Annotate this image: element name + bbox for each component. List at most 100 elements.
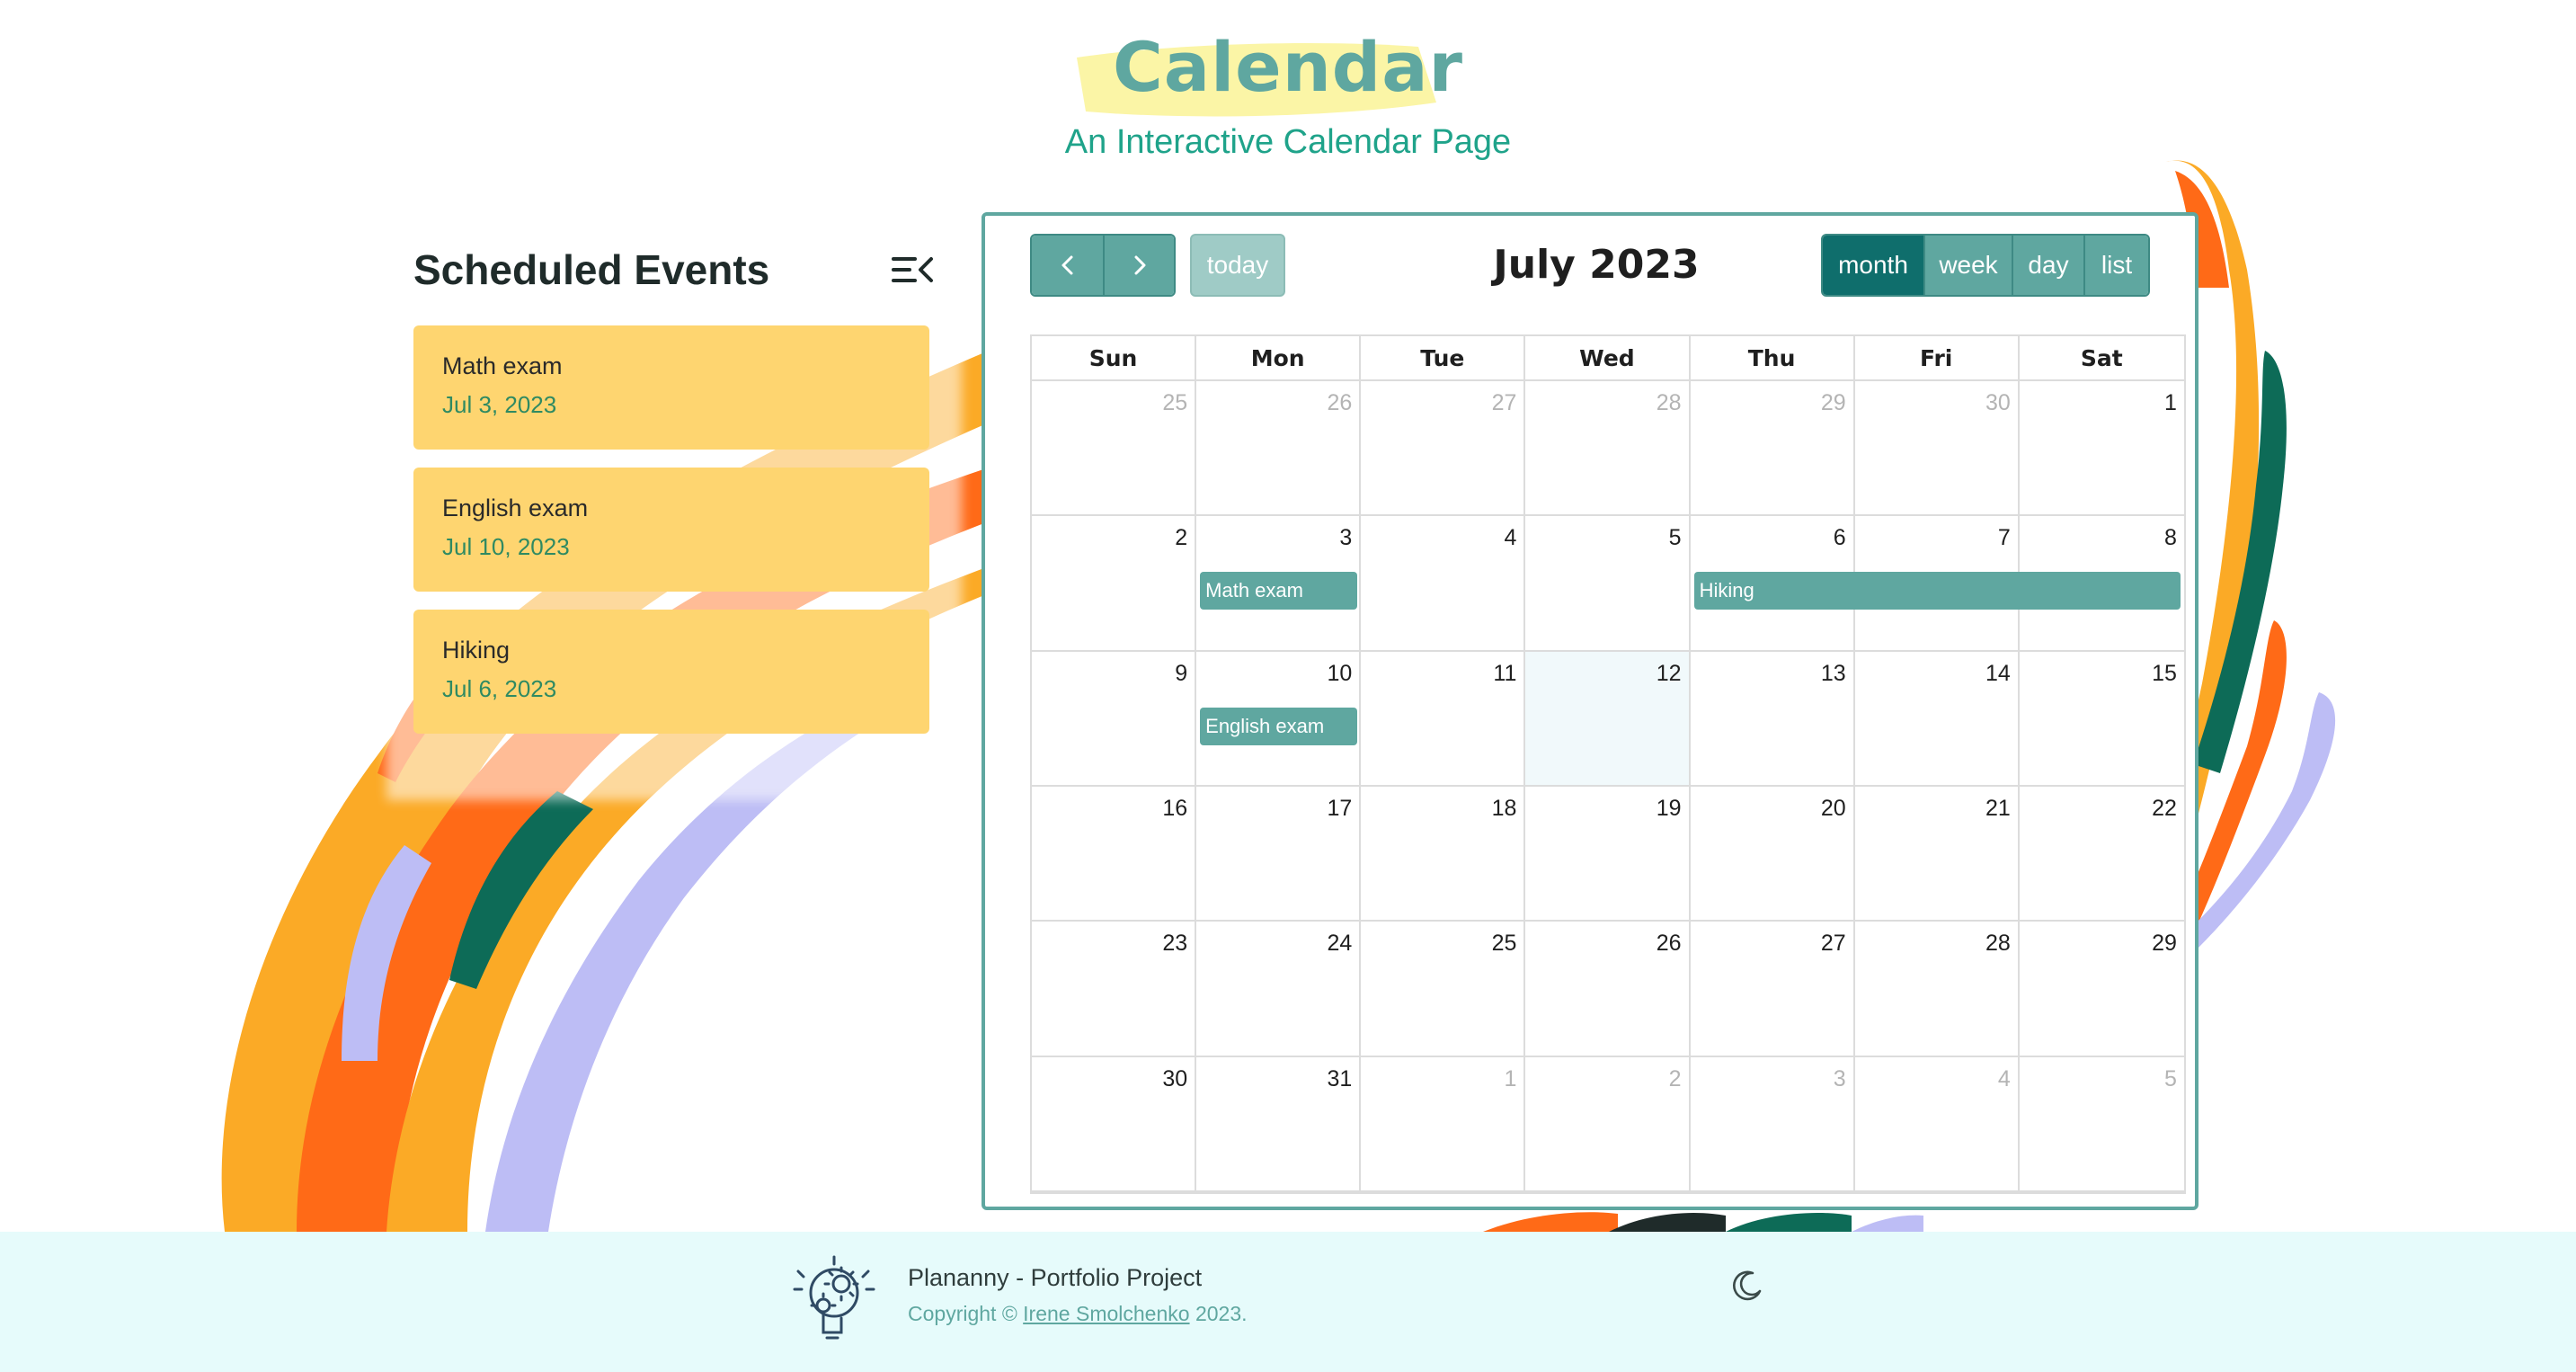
day-cell[interactable]: 5 <box>2020 1057 2184 1190</box>
day-number[interactable]: 28 <box>1657 390 1682 416</box>
day-cell[interactable]: 30 <box>1032 1056 1197 1190</box>
day-cell[interactable]: 14 <box>1855 651 2020 785</box>
day-cell[interactable]: 19 <box>1525 787 1691 921</box>
author-link[interactable]: Irene Smolchenko <box>1023 1302 1189 1325</box>
day-number[interactable]: 2 <box>1669 1066 1682 1092</box>
day-cell[interactable]: 29 <box>2020 922 2184 1055</box>
day-number[interactable]: 6 <box>1834 525 1846 551</box>
day-number[interactable]: 29 <box>2152 931 2177 957</box>
day-number[interactable]: 13 <box>1821 661 1846 687</box>
day-cell[interactable]: 11 <box>1361 651 1526 785</box>
prev-month-button[interactable] <box>1032 236 1103 295</box>
day-number[interactable]: 15 <box>2152 661 2177 687</box>
day-number[interactable]: 5 <box>2164 1066 2177 1092</box>
day-number[interactable]: 21 <box>1985 796 2011 822</box>
day-number[interactable]: 26 <box>1657 931 1682 957</box>
day-cell[interactable]: 26 <box>1196 381 1362 515</box>
day-cell[interactable]: 16 <box>1032 787 1197 921</box>
day-cell[interactable]: 21 <box>1855 787 2020 921</box>
day-number[interactable]: 22 <box>2152 796 2177 822</box>
day-number[interactable]: 5 <box>1669 525 1682 551</box>
day-number[interactable]: 31 <box>1327 1066 1352 1092</box>
day-cell[interactable]: 9 <box>1032 651 1197 785</box>
page-header: Calendar An Interactive Calendar Page <box>0 27 2576 162</box>
day-number[interactable]: 1 <box>2164 390 2177 416</box>
day-cell[interactable]: 1 <box>2020 381 2184 514</box>
calendar-event-bar[interactable]: English exam <box>1200 707 1358 745</box>
next-month-button[interactable] <box>1103 236 1174 295</box>
day-number[interactable]: 23 <box>1162 931 1187 957</box>
day-number[interactable]: 18 <box>1492 796 1517 822</box>
day-number[interactable]: 17 <box>1327 796 1352 822</box>
day-number[interactable]: 19 <box>1657 796 1682 822</box>
day-cell[interactable]: 15 <box>2020 652 2184 785</box>
day-number[interactable]: 14 <box>1985 661 2011 687</box>
day-cell[interactable]: 28 <box>1855 922 2020 1056</box>
view-month-button[interactable]: month <box>1823 236 1923 295</box>
calendar-event-bar[interactable]: Math exam <box>1200 572 1358 610</box>
day-cell[interactable]: 27 <box>1691 922 1855 1056</box>
day-number[interactable]: 4 <box>1504 525 1516 551</box>
day-number[interactable]: 3 <box>1834 1066 1846 1092</box>
day-cell[interactable]: 20 <box>1691 787 1855 921</box>
day-number[interactable]: 12 <box>1657 661 1682 687</box>
day-number[interactable]: 27 <box>1821 931 1846 957</box>
day-cell[interactable]: 28 <box>1525 381 1691 515</box>
day-cell[interactable]: 31 <box>1196 1056 1362 1190</box>
day-number[interactable]: 10 <box>1327 661 1352 687</box>
day-number[interactable]: 9 <box>1175 661 1187 687</box>
day-number[interactable]: 28 <box>1985 931 2011 957</box>
day-cell[interactable]: 2 <box>1525 1056 1691 1190</box>
day-number[interactable]: 8 <box>2164 525 2177 551</box>
event-card[interactable]: Math exam Jul 3, 2023 <box>413 325 929 450</box>
event-card[interactable]: English exam Jul 10, 2023 <box>413 468 929 592</box>
day-number[interactable]: 26 <box>1327 390 1352 416</box>
today-button[interactable]: today <box>1190 234 1285 297</box>
day-number[interactable]: 4 <box>1998 1066 2011 1092</box>
day-cell[interactable]: 30 <box>1855 381 2020 515</box>
day-cell[interactable]: 1 <box>1361 1056 1526 1190</box>
day-number[interactable]: 20 <box>1821 796 1846 822</box>
day-number[interactable]: 16 <box>1162 796 1187 822</box>
view-week-button[interactable]: week <box>1923 236 2012 295</box>
day-number[interactable]: 25 <box>1162 390 1187 416</box>
collapse-menu-icon[interactable] <box>890 252 935 288</box>
day-cell[interactable]: 23 <box>1032 922 1197 1056</box>
day-number[interactable]: 3 <box>1339 525 1352 551</box>
weekday-header: Sat <box>2080 345 2123 371</box>
day-number[interactable]: 2 <box>1175 525 1187 551</box>
day-cell[interactable]: 3 <box>1691 1056 1855 1190</box>
day-cell[interactable]: 18 <box>1361 787 1526 921</box>
moon-icon[interactable] <box>1729 1268 1765 1304</box>
calendar-widget: today July 2023 month week day list Sun … <box>982 212 2198 1210</box>
day-cell[interactable]: 24 <box>1196 922 1362 1056</box>
day-cell[interactable]: 5 <box>1525 516 1691 650</box>
day-number[interactable]: 1 <box>1504 1066 1516 1092</box>
day-cell[interactable]: 22 <box>2020 787 2184 920</box>
event-card[interactable]: Hiking Jul 6, 2023 <box>413 610 929 734</box>
day-cell[interactable]: 17 <box>1196 787 1362 921</box>
view-list-button[interactable]: list <box>2083 236 2148 295</box>
calendar-event-bar[interactable]: Hiking <box>1693 572 2181 610</box>
day-number[interactable]: 30 <box>1162 1066 1187 1092</box>
day-number[interactable]: 30 <box>1985 390 2011 416</box>
day-number[interactable]: 25 <box>1492 931 1517 957</box>
day-cell-today[interactable]: 12 <box>1525 651 1691 785</box>
view-button-group: month week day list <box>1821 234 2150 297</box>
day-cell[interactable]: 29 <box>1691 381 1855 515</box>
day-cell[interactable]: 25 <box>1361 922 1526 1056</box>
day-cell[interactable]: 4 <box>1361 516 1526 650</box>
footer-copyright: Copyright © Irene Smolchenko 2023. <box>908 1302 1248 1326</box>
day-number[interactable]: 27 <box>1492 390 1517 416</box>
day-cell[interactable]: 25 <box>1032 381 1197 515</box>
view-day-button[interactable]: day <box>2012 236 2083 295</box>
day-cell[interactable]: 13 <box>1691 651 1855 785</box>
day-number[interactable]: 11 <box>1493 661 1516 687</box>
day-cell[interactable]: 26 <box>1525 922 1691 1056</box>
day-cell[interactable]: 4 <box>1855 1056 2020 1190</box>
day-cell[interactable]: 27 <box>1361 381 1526 515</box>
day-number[interactable]: 24 <box>1327 931 1352 957</box>
day-number[interactable]: 7 <box>1998 525 2011 551</box>
day-cell[interactable]: 2 <box>1032 516 1197 650</box>
day-number[interactable]: 29 <box>1821 390 1846 416</box>
